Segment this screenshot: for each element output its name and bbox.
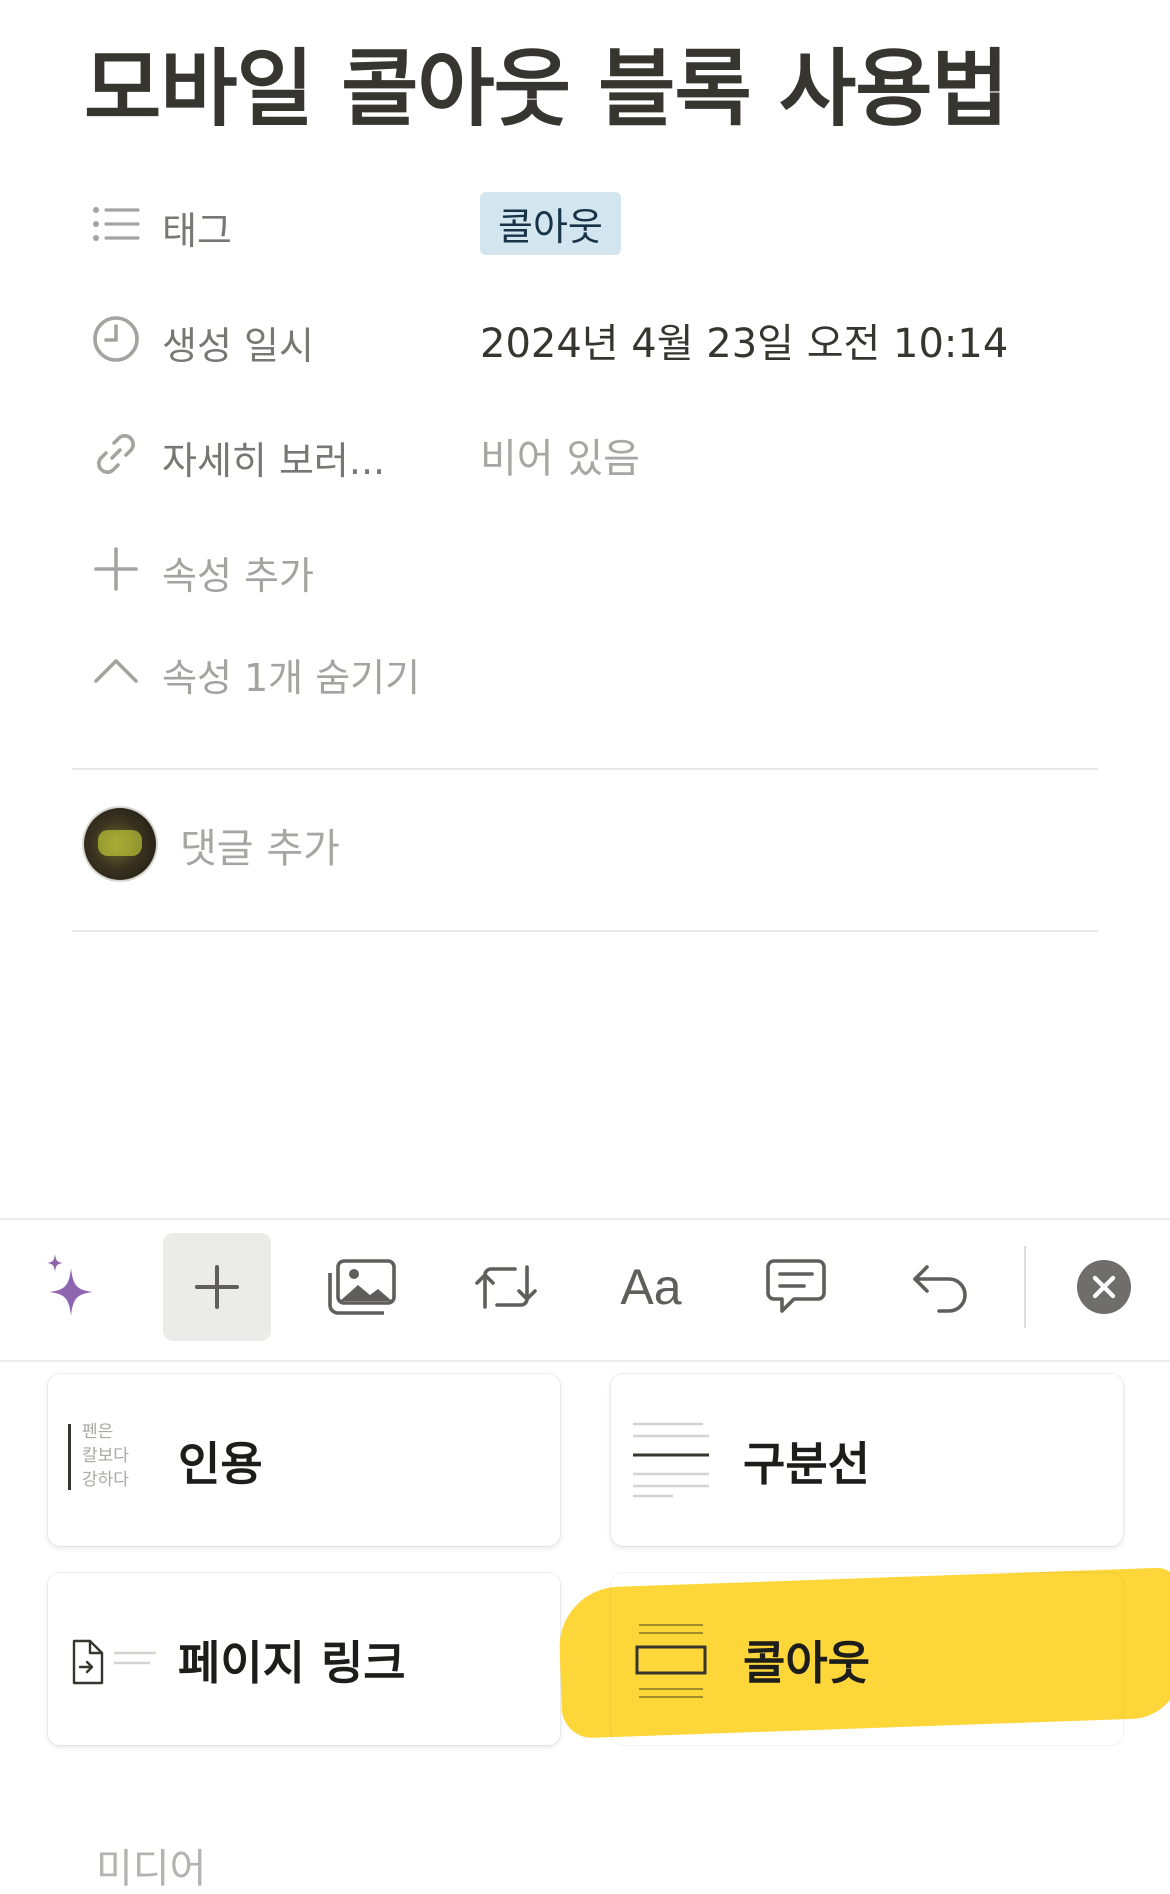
comment-input[interactable]: 댓글 추가: [180, 816, 340, 874]
block-option-label: 콜아웃: [743, 1636, 870, 1690]
list-icon: [93, 207, 140, 241]
property-row-created-time[interactable]: 생성 일시 2024년 4월 23일 오전 10:14: [90, 305, 1090, 368]
quote-preview-line: 펜은: [82, 1422, 114, 1442]
divider: [72, 768, 1098, 770]
comment-button[interactable]: [742, 1233, 850, 1341]
block-option-callout[interactable]: 콜아웃: [611, 1573, 1123, 1745]
property-label: 자세히 보러...: [162, 439, 386, 483]
close-icon: [1077, 1260, 1131, 1314]
tag-chip[interactable]: 콜아웃: [480, 192, 621, 255]
text-style-button[interactable]: Aa: [597, 1233, 705, 1341]
ai-button[interactable]: [18, 1233, 126, 1341]
hide-properties-label: 속성 1개 숨기기: [162, 656, 421, 700]
block-option-page-link[interactable]: 페이지 링크: [48, 1573, 560, 1745]
property-value-empty[interactable]: 비어 있음: [480, 426, 640, 484]
section-heading-media: 미디어: [96, 1846, 207, 1892]
chevron-up-icon: [94, 659, 138, 683]
undo-button[interactable]: [887, 1233, 995, 1341]
turn-into-icon: [475, 1265, 537, 1309]
block-option-label: 구분선: [743, 1437, 870, 1491]
property-value[interactable]: 콜아웃: [480, 192, 621, 255]
block-option-label: 페이지 링크: [178, 1636, 406, 1690]
clock-icon: [93, 316, 139, 362]
hide-properties-button[interactable]: 속성 1개 숨기기: [90, 637, 1090, 700]
link-icon: [97, 434, 135, 474]
toolbar-border: [0, 1218, 1170, 1220]
add-property-button[interactable]: 속성 추가: [90, 535, 1090, 598]
toolbar-border: [0, 1360, 1170, 1362]
quote-preview-line: 칼보다: [82, 1446, 129, 1466]
turn-into-button[interactable]: [452, 1233, 560, 1341]
property-label: 생성 일시: [162, 324, 314, 368]
add-block-button[interactable]: [163, 1233, 271, 1341]
ai-sparkle-icon: [47, 1254, 93, 1316]
plus-icon: [94, 547, 138, 591]
quote-preview-icon: 펜은 칼보다 강하다: [68, 1420, 148, 1492]
page-link-preview-icon: [72, 1639, 156, 1685]
close-toolbar-button[interactable]: [1050, 1233, 1158, 1341]
text-style-icon: Aa: [620, 1259, 682, 1315]
image-icon: [328, 1259, 396, 1315]
undo-icon: [913, 1265, 967, 1313]
add-property-label: 속성 추가: [162, 554, 314, 598]
block-option-quote[interactable]: 펜은 칼보다 강하다 인용: [48, 1374, 560, 1546]
avatar: [84, 808, 156, 880]
plus-icon: [195, 1265, 239, 1309]
toolbar-separator: [1024, 1246, 1026, 1328]
quote-preview-line: 강하다: [82, 1470, 129, 1490]
insert-image-button[interactable]: [308, 1233, 416, 1341]
divider-preview-icon: [633, 1422, 709, 1498]
comment-icon: [766, 1259, 826, 1313]
block-option-label: 인용: [178, 1437, 263, 1491]
property-label: 태그: [162, 209, 232, 253]
page-title[interactable]: 모바일 콜아웃 블록 사용법: [84, 22, 1009, 143]
property-value: 2024년 4월 23일 오전 10:14: [480, 321, 1009, 367]
divider: [72, 930, 1098, 932]
property-row-link[interactable]: 자세히 보러... 비어 있음: [90, 420, 1090, 483]
block-option-divider[interactable]: 구분선: [611, 1374, 1123, 1546]
callout-preview-icon: [635, 1624, 707, 1698]
property-row-tags[interactable]: 태그 콜아웃: [90, 190, 1090, 255]
